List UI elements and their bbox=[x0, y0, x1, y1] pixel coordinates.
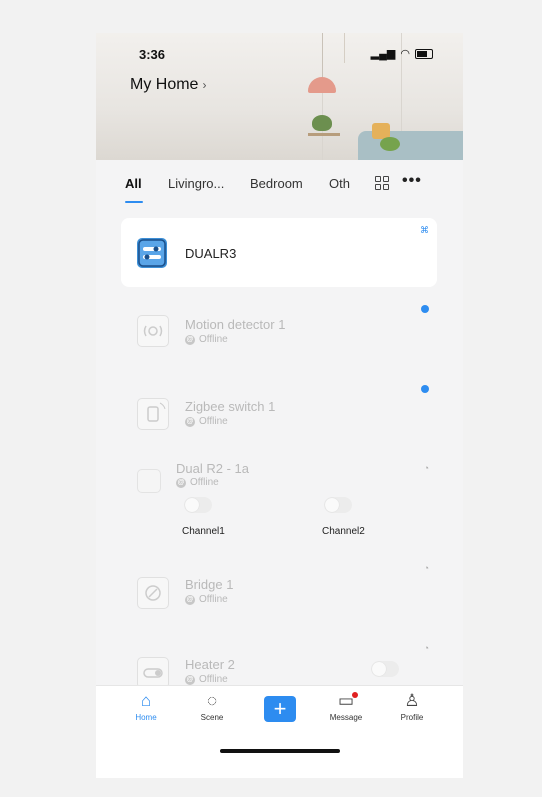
zigbee-switch-icon bbox=[137, 398, 169, 430]
active-tab-indicator bbox=[125, 201, 143, 203]
offline-icon: @ bbox=[185, 674, 195, 685]
wifi-signal-icon: ◔ bbox=[423, 563, 429, 573]
message-icon: ▭ bbox=[316, 690, 376, 712]
home-indicator bbox=[220, 749, 340, 753]
more-options-icon[interactable]: ••• bbox=[402, 172, 422, 190]
offline-status: @ Offline bbox=[185, 674, 228, 685]
battery-icon bbox=[415, 48, 433, 59]
wifi-signal-icon: ◔ bbox=[423, 463, 429, 473]
home-selector[interactable]: My Home › bbox=[130, 76, 206, 94]
device-name: DUALR3 bbox=[185, 246, 237, 261]
lamp-cord bbox=[322, 33, 323, 77]
signal-icon: ▂▄▆ bbox=[370, 48, 396, 60]
add-device-button[interactable]: + bbox=[264, 696, 296, 722]
plant-image bbox=[312, 115, 332, 131]
device-card-dual-r2[interactable]: Dual R2 - 1a @ Offline ◔ Channel1 Channe… bbox=[121, 457, 437, 549]
channel1-toggle[interactable] bbox=[184, 497, 212, 513]
lamp-cord bbox=[344, 33, 345, 63]
offline-icon: @ bbox=[176, 477, 186, 488]
offline-icon: @ bbox=[185, 594, 195, 605]
nav-home[interactable]: ⌂ Home bbox=[116, 690, 176, 722]
offline-icon: @ bbox=[185, 416, 195, 427]
nav-message[interactable]: ▭ Message bbox=[316, 690, 376, 722]
home-name: My Home bbox=[130, 76, 199, 93]
relay-icon bbox=[137, 469, 161, 493]
tab-all[interactable]: All bbox=[125, 176, 142, 191]
grid-view-icon[interactable] bbox=[375, 176, 389, 190]
nav-scene-label: Scene bbox=[200, 713, 224, 722]
status-time: 3:36 bbox=[139, 47, 166, 62]
nav-home-label: Home bbox=[135, 713, 157, 722]
device-card-dualr3[interactable]: DUALR3 ⌘ bbox=[121, 218, 437, 287]
nav-message-label: Message bbox=[329, 713, 363, 722]
status-text: Offline bbox=[199, 416, 228, 427]
offline-status: @ Offline bbox=[185, 594, 228, 605]
zigbee-badge-icon bbox=[421, 385, 429, 393]
wifi-icon: ◠ bbox=[400, 48, 410, 60]
status-text: Offline bbox=[190, 477, 219, 488]
device-card-zigbee-switch[interactable]: Zigbee switch 1 @ Offline bbox=[121, 381, 437, 445]
tab-bedroom[interactable]: Bedroom bbox=[250, 176, 303, 191]
pendant-lamp-image bbox=[308, 77, 336, 93]
table-image bbox=[308, 133, 340, 136]
offline-status: @ Offline bbox=[176, 477, 219, 488]
phone-screen: 3:36 ▂▄▆ ◠ My Home › All Livingro... Bedr… bbox=[96, 33, 463, 778]
offline-status: @ Offline bbox=[185, 416, 228, 427]
motion-sensor-icon bbox=[137, 315, 169, 347]
device-name: Zigbee switch 1 bbox=[185, 399, 276, 414]
status-text: Offline bbox=[199, 674, 228, 685]
status-text: Offline bbox=[199, 334, 228, 345]
bridge-icon bbox=[137, 577, 169, 609]
tab-livingroom[interactable]: Livingro... bbox=[168, 176, 224, 191]
channel2-label: Channel2 bbox=[322, 526, 365, 537]
room-tabs: All Livingro... Bedroom Oth ••• bbox=[96, 160, 463, 204]
relay-icon bbox=[137, 238, 167, 268]
device-card-motion-detector[interactable]: Motion detector 1 @ Offline bbox=[121, 301, 437, 365]
device-name: Motion detector 1 bbox=[185, 317, 286, 332]
plant-image bbox=[380, 137, 400, 151]
tab-other[interactable]: Oth bbox=[329, 176, 350, 191]
unread-badge bbox=[352, 692, 358, 698]
device-name: Dual R2 - 1a bbox=[176, 461, 249, 476]
device-card-heater[interactable]: Heater 2 @ Offline ◔ bbox=[121, 639, 437, 691]
wifi-signal-icon: ◔ bbox=[423, 643, 429, 653]
home-icon: ⌂ bbox=[140, 691, 152, 710]
device-name: Heater 2 bbox=[185, 657, 235, 672]
offline-icon: @ bbox=[185, 334, 195, 345]
device-name: Bridge 1 bbox=[185, 577, 234, 592]
heater-toggle[interactable] bbox=[371, 661, 399, 677]
network-icon: ⌘ bbox=[420, 225, 429, 235]
chevron-right-icon: › bbox=[202, 78, 207, 92]
device-card-bridge[interactable]: Bridge 1 @ Offline ◔ bbox=[121, 559, 437, 623]
offline-status: @ Offline bbox=[185, 334, 228, 345]
profile-icon: ♙ bbox=[404, 691, 420, 710]
zigbee-badge-icon bbox=[421, 305, 429, 313]
home-header: 3:36 ▂▄▆ ◠ My Home › bbox=[96, 33, 463, 160]
nav-profile-label: Profile bbox=[400, 713, 424, 722]
scene-icon: ◌ bbox=[206, 691, 218, 710]
nav-scene[interactable]: ◌ Scene bbox=[182, 690, 242, 722]
nav-profile[interactable]: ♙ Profile bbox=[382, 690, 442, 722]
channel2-toggle[interactable] bbox=[324, 497, 352, 513]
channel1-label: Channel1 bbox=[182, 526, 225, 537]
status-icons: ▂▄▆ ◠ bbox=[371, 47, 433, 60]
status-text: Offline bbox=[199, 594, 228, 605]
bottom-navigation: ⌂ Home ◌ Scene + ▭ Message ♙ Profile bbox=[96, 685, 463, 778]
